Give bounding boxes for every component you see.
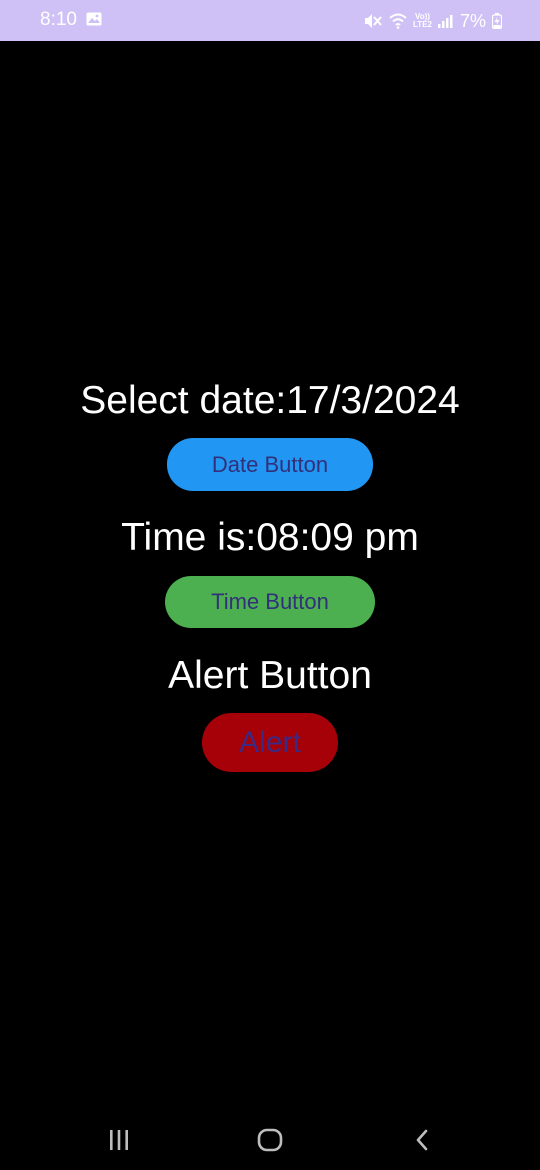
alert-button[interactable]: Alert	[202, 713, 338, 772]
navigation-bar	[0, 1110, 540, 1170]
battery-charging-icon	[492, 13, 502, 29]
wifi-icon	[389, 13, 407, 29]
status-icons: Vo)) LTE2 7%	[363, 9, 502, 33]
battery-percent: 7%	[459, 11, 486, 31]
home-icon[interactable]	[250, 1124, 290, 1156]
volte-icon: Vo)) LTE2	[413, 13, 432, 29]
time-button[interactable]: Time Button	[165, 576, 375, 628]
signal-icon	[437, 14, 454, 28]
alert-heading: Alert Button	[168, 654, 372, 697]
status-bar: 8:10 Vo)) LTE2 7%	[0, 0, 540, 41]
gallery-icon	[86, 11, 102, 26]
mute-icon	[363, 12, 383, 30]
status-time: 8:10	[40, 9, 77, 30]
back-icon[interactable]	[402, 1124, 442, 1156]
date-button[interactable]: Date Button	[167, 438, 373, 491]
recent-apps-icon[interactable]	[99, 1124, 139, 1156]
volte-label-bottom: LTE2	[413, 20, 432, 29]
app-screen: 8:10 Vo)) LTE2 7% Select date:17/3/2024 …	[0, 0, 540, 1170]
selected-time-text: Time is:08:09 pm	[121, 516, 419, 559]
selected-date-text: Select date:17/3/2024	[80, 379, 460, 422]
